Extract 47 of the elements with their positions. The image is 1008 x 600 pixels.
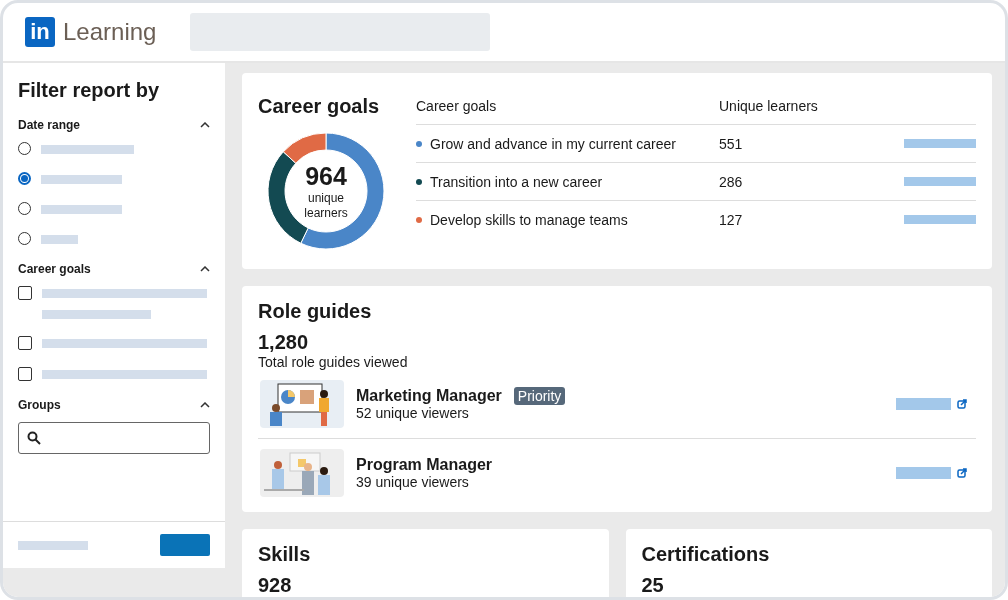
external-link-icon[interactable] (957, 399, 967, 409)
section-label: Career goals (18, 262, 91, 276)
search-icon (27, 431, 41, 445)
metric-value: 928 (258, 574, 293, 597)
checkbox[interactable] (18, 286, 32, 300)
priority-badge: Priority (513, 387, 566, 405)
total-label: unique learners (303, 191, 349, 220)
placeholder-bar (18, 540, 88, 550)
section-label: Date range (18, 118, 81, 132)
viewer-count: 39 unique viewers (356, 474, 470, 490)
total-count: 964 (305, 162, 347, 192)
table-cell-text: 286 (719, 173, 744, 190)
search-field[interactable] (18, 422, 210, 454)
placeholder-bar (896, 398, 951, 410)
placeholder-bar (896, 467, 951, 479)
card-title: Skills (258, 543, 312, 566)
logo-text[interactable]: Learning (63, 18, 157, 46)
column-header: Career goals (416, 97, 498, 114)
role-name[interactable]: Program Manager (356, 456, 493, 474)
table-cell-text: 551 (719, 135, 744, 152)
table-cell: Transition into a new career (416, 173, 719, 190)
metric-value: 25 (641, 574, 665, 597)
card-title: Career goals (258, 94, 381, 118)
placeholder-bar (41, 235, 79, 244)
table-cell: Grow and advance in my current career (416, 135, 719, 152)
radio-button[interactable] (18, 172, 31, 185)
logo-mark[interactable]: in (25, 17, 55, 47)
checkbox[interactable] (18, 336, 32, 350)
table-cell: Develop skills to manage teams (416, 211, 719, 228)
value-bar (904, 139, 976, 148)
chevron-icon[interactable] (200, 266, 210, 272)
external-link-icon[interactable] (957, 468, 967, 478)
chevron-icon[interactable] (200, 122, 210, 128)
card-title: Role guides (258, 300, 373, 323)
section-label: Groups (18, 398, 61, 412)
sidebar-title: Filter report by (18, 79, 161, 102)
column-header: Unique learners (719, 97, 819, 114)
checkbox[interactable] (18, 367, 32, 381)
value-bar (904, 177, 976, 186)
role-name[interactable]: Marketing Manager (356, 387, 502, 405)
card-title: Certifications (641, 543, 771, 566)
value-bar (904, 215, 976, 224)
viewer-count: 52 unique viewers (356, 405, 470, 421)
total-label: Total role guides viewed (258, 354, 409, 370)
table-cell-text: 127 (719, 211, 744, 228)
total-count: 1,280 (258, 331, 310, 354)
chevron-icon[interactable] (200, 402, 210, 408)
